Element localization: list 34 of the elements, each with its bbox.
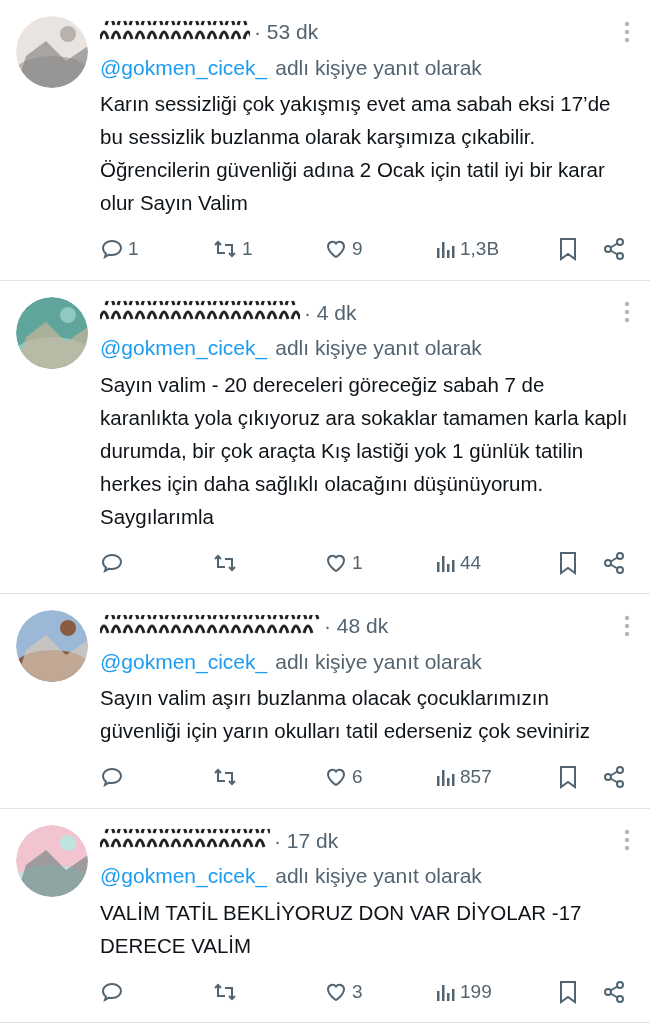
- stat-count: 9: [352, 237, 363, 261]
- post-time: · 4 dk: [304, 299, 357, 326]
- stat-count: 1: [128, 237, 139, 261]
- post-time: · 48 dk: [324, 613, 389, 639]
- bookmark-icon[interactable]: [558, 550, 578, 575]
- share-icon[interactable]: [602, 765, 626, 790]
- stat-count: 857: [460, 765, 492, 789]
- stat-count: 3: [352, 979, 363, 1004]
- mention-link[interactable]: @gokmen_cicek_: [100, 332, 268, 364]
- post-time: · 53 dk: [254, 19, 319, 45]
- mention-link[interactable]: @gokmen_cicek_: [100, 860, 268, 892]
- share-icon[interactable]: [602, 979, 626, 1004]
- stat-count: 6: [352, 765, 363, 789]
- bookmark-icon[interactable]: [558, 979, 578, 1004]
- mention-link[interactable]: @gokmen_cicek_: [100, 51, 268, 83]
- bookmark-icon[interactable]: [558, 765, 578, 790]
- stat-count: 1: [352, 550, 363, 575]
- mention-link[interactable]: @gokmen_cicek_: [100, 645, 268, 677]
- reply-text: Sayın valim - 20 dereceleri göreceğiz sabah 7 de karanlıkta yola çıkıyoruz ara sokaklar tamamen karla kaplı durumda, bir çok araçta Kış lastiği yok 1 günlük tatilin herkes için daha sağlıklı olacağını düşünüyorum. Saygılarımla: [100, 371, 629, 530]
- stat-count: 1: [242, 237, 253, 261]
- share-icon[interactable]: [602, 237, 626, 262]
- post-time: · 17 dk: [274, 827, 339, 854]
- reply-text: VALİM TATİL BEKLİYORUZ DON VAR DİYOLAR -17 DERECE VALİM: [100, 899, 583, 959]
- reply-note: adlı kişiye yanıt olarak: [275, 335, 482, 361]
- reply-text: Karın sessizliği çok yakışmış evet ama sabah eksi 17’de bu sessizlik buzlanma olarak karşımıza çıkabilir. Öğrencilerin güvenliği adına 2 Ocak için tatil iyi bir karar olur Sayın Valim: [100, 91, 612, 216]
- reply-text: Sayın valim aşırı buzlanma olacak çocuklarımızın güvenliği için yarın okulları tatil ederseniz çok seviniriz: [100, 685, 591, 744]
- reply-note: adlı kişiye yanıt olarak: [275, 54, 482, 81]
- stat-count: 1,3B: [460, 237, 500, 261]
- reply-note: adlı kişiye yanıt olarak: [275, 648, 482, 675]
- reply-note: adlı kişiye yanıt olarak: [275, 863, 482, 889]
- bookmark-icon[interactable]: [558, 237, 578, 262]
- share-icon[interactable]: [602, 550, 626, 575]
- stat-count: 199: [460, 979, 492, 1004]
- stat-count: 44: [460, 550, 482, 575]
